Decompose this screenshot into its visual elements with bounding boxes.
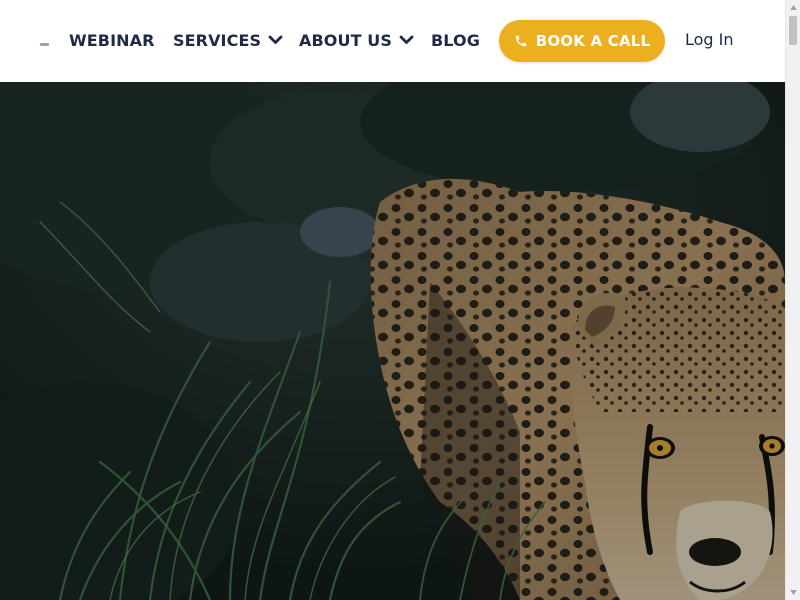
chevron-down-icon [268, 35, 283, 45]
nav-services-label: SERVICES [173, 30, 262, 50]
scroll-down-arrow-icon[interactable] [786, 585, 800, 600]
book-a-call-label: BOOK A CALL [535, 32, 651, 50]
nav-blog-label: BLOG [431, 30, 480, 50]
nav-blog[interactable]: BLOG [431, 29, 480, 51]
page-scrollbar[interactable] [785, 0, 800, 600]
site-header: WEBINAR SERVICES ABOUT US BLOG BOOK A CA… [0, 0, 785, 82]
nav-about-label: ABOUT US [299, 30, 392, 50]
nav-about-us[interactable]: ABOUT US [299, 29, 414, 51]
phone-icon [514, 34, 528, 48]
chevron-down-icon [399, 35, 414, 45]
nav-webinar[interactable]: WEBINAR [69, 29, 155, 51]
nav-webinar-label: WEBINAR [69, 30, 155, 50]
hero-section [0, 82, 785, 600]
nav-services[interactable]: SERVICES [173, 29, 283, 51]
hero-headline [72, 378, 392, 562]
book-a-call-button[interactable]: BOOK A CALL [499, 20, 665, 62]
log-in-link[interactable]: Log In [685, 30, 734, 49]
scroll-up-arrow-icon[interactable] [786, 0, 800, 15]
scrollbar-thumb[interactable] [789, 16, 797, 45]
logo[interactable] [40, 43, 49, 46]
